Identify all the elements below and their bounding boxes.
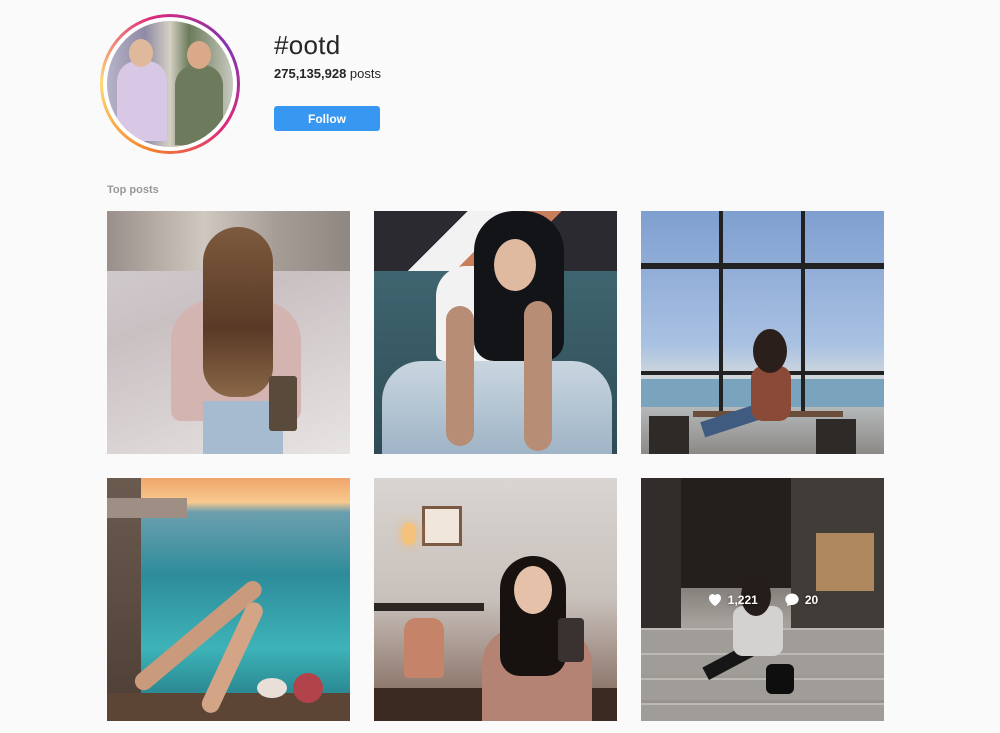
avatar-image bbox=[107, 21, 233, 147]
avatar-head-left bbox=[129, 39, 153, 67]
post-table bbox=[374, 603, 484, 611]
likes-count: 1,221 bbox=[727, 592, 758, 607]
top-posts-grid: 1,221 20 bbox=[107, 211, 884, 721]
hashtag-avatar[interactable] bbox=[100, 14, 240, 154]
post-figure-face bbox=[514, 566, 552, 614]
post-phone bbox=[558, 618, 584, 662]
post-figure-arm bbox=[446, 306, 474, 446]
post-tile-4[interactable] bbox=[107, 478, 350, 721]
avatar-border bbox=[103, 17, 237, 151]
comments-stat: 20 bbox=[784, 592, 818, 607]
post-chair bbox=[404, 618, 444, 678]
post-figure-hair bbox=[203, 227, 273, 397]
post-image bbox=[422, 506, 462, 546]
avatar-figure-left bbox=[117, 61, 167, 141]
post-tile-5[interactable] bbox=[374, 478, 617, 721]
post-shell bbox=[257, 678, 287, 698]
post-figure bbox=[751, 366, 791, 421]
post-figure-face bbox=[494, 239, 536, 291]
post-stool bbox=[649, 416, 689, 454]
likes-stat: 1,221 bbox=[707, 592, 758, 607]
hashtag-title: #ootd bbox=[274, 30, 341, 60]
post-figure-head bbox=[753, 329, 787, 373]
avatar-head-right bbox=[187, 41, 211, 69]
post-figure-jeans bbox=[382, 361, 612, 454]
post-wine-glass bbox=[293, 673, 323, 703]
comment-icon bbox=[785, 593, 799, 607]
follow-button[interactable]: Follow bbox=[274, 106, 380, 131]
post-count-suffix: posts bbox=[346, 66, 381, 81]
comments-count: 20 bbox=[804, 592, 819, 607]
post-stool bbox=[816, 419, 856, 454]
post-count: 275,135,928 posts bbox=[274, 66, 381, 81]
post-tile-1[interactable] bbox=[107, 211, 350, 454]
post-figure-bag bbox=[269, 376, 297, 431]
heart-icon bbox=[708, 594, 721, 607]
post-count-number: 275,135,928 bbox=[274, 66, 347, 81]
post-pier bbox=[107, 498, 187, 518]
top-posts-label: Top posts bbox=[107, 184, 159, 196]
post-tile-2[interactable] bbox=[374, 211, 617, 454]
hashtag-header: #ootd 275,135,928 posts Follow bbox=[0, 0, 1000, 170]
post-tile-3[interactable] bbox=[641, 211, 884, 454]
post-tile-6[interactable]: 1,221 20 bbox=[641, 478, 884, 721]
post-lamp bbox=[402, 523, 416, 545]
avatar-figure-right bbox=[175, 65, 223, 145]
post-figure-arm bbox=[524, 301, 552, 451]
post-hover-overlay: 1,221 20 bbox=[641, 478, 884, 721]
